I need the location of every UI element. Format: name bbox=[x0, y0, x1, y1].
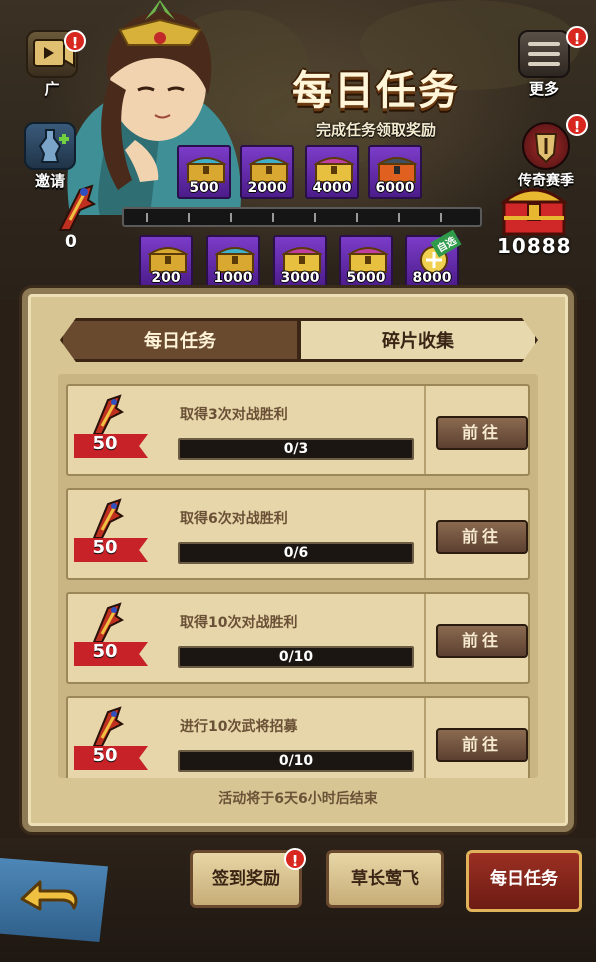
chest-threshold: 4000 bbox=[312, 180, 352, 196]
nav-daily-tasks[interactable]: 每日任务 bbox=[466, 850, 582, 912]
tab-bar: 每日任务 碎片收集 bbox=[60, 318, 538, 362]
task-row: 50 取得10次对战胜利 0/10 前往 bbox=[66, 592, 530, 684]
task-progress-bar: 0/10 bbox=[178, 646, 414, 668]
task-reward: 50 bbox=[68, 490, 160, 578]
chest-threshold: 5000 bbox=[346, 270, 386, 286]
feather-token-icon bbox=[92, 706, 124, 747]
ad-alert-badge: ! bbox=[64, 30, 86, 52]
reward-amount: 50 bbox=[92, 745, 118, 766]
chest-threshold: 2000 bbox=[247, 180, 287, 196]
chest-threshold: 200 bbox=[151, 270, 181, 286]
nav-spring-event[interactable]: 草长莺飞 bbox=[326, 850, 444, 908]
chest-reward-200[interactable]: 200 bbox=[139, 235, 193, 289]
chest-threshold: 8000 bbox=[412, 270, 452, 286]
task-name: 进行10次武将招募 bbox=[180, 719, 298, 735]
reward-amount: 50 bbox=[92, 433, 118, 454]
chest-threshold: 500 bbox=[189, 180, 219, 196]
checkin-alert-badge: ! bbox=[284, 848, 306, 870]
back-arrow-icon bbox=[20, 880, 78, 911]
token-count: 0 bbox=[65, 232, 77, 252]
task-progress-bar: 0/10 bbox=[178, 750, 414, 772]
chest-reward-2000[interactable]: 2000 bbox=[240, 145, 294, 199]
feather-token-icon bbox=[92, 602, 124, 643]
task-progress-bar: 0/6 bbox=[178, 542, 414, 564]
tab-daily-tasks[interactable]: 每日任务 bbox=[60, 318, 300, 362]
reward-amount: 50 bbox=[92, 537, 118, 558]
season-crest-icon bbox=[522, 122, 570, 170]
task-progress-text: 0/10 bbox=[278, 753, 314, 769]
tab-fragment-collection[interactable]: 碎片收集 bbox=[298, 318, 538, 362]
chest-reward-5000[interactable]: 5000 bbox=[339, 235, 393, 289]
chest-threshold: 3000 bbox=[280, 270, 320, 286]
go-button[interactable]: 前往 bbox=[436, 416, 528, 450]
task-name: 取得10次对战胜利 bbox=[180, 615, 298, 631]
chest-reward-3000[interactable]: 3000 bbox=[273, 235, 327, 289]
feather-token-icon bbox=[92, 394, 124, 435]
task-reward: 50 bbox=[68, 698, 160, 778]
task-row: 50 进行10次武将招募 0/10 前往 bbox=[66, 696, 530, 778]
task-list[interactable]: 50 取得3次对战胜利 0/3 前往 50 取得6次对战胜利 0/6 前往 50 bbox=[58, 374, 538, 778]
task-reward: 50 bbox=[68, 594, 160, 682]
task-progress-bar: 0/3 bbox=[178, 438, 414, 460]
go-button[interactable]: 前往 bbox=[436, 728, 528, 762]
feather-token-icon bbox=[58, 184, 97, 231]
chest-threshold: 6000 bbox=[375, 180, 415, 196]
ad-label: 广 bbox=[44, 80, 60, 98]
task-reward: 50 bbox=[68, 386, 160, 474]
grand-chest-count: 10888 bbox=[497, 234, 572, 258]
chest-reward-6000[interactable]: 6000 bbox=[368, 145, 422, 199]
go-button[interactable]: 前往 bbox=[436, 624, 528, 658]
chest-reward-1000[interactable]: 1000 bbox=[206, 235, 260, 289]
grand-chest-icon[interactable] bbox=[500, 182, 568, 238]
task-row: 50 取得3次对战胜利 0/3 前往 bbox=[66, 384, 530, 476]
task-row: 50 取得6次对战胜利 0/6 前往 bbox=[66, 488, 530, 580]
feather-token-icon bbox=[92, 498, 124, 539]
more-alert-badge: ! bbox=[566, 26, 588, 48]
chess-piece-icon bbox=[24, 122, 76, 170]
page-subtitle: 完成任务领取奖励 bbox=[316, 121, 437, 139]
season-alert-badge: ! bbox=[566, 114, 588, 136]
back-button[interactable] bbox=[0, 858, 108, 942]
task-progress-text: 0/10 bbox=[278, 649, 314, 665]
chest-reward-500[interactable]: 500 bbox=[177, 145, 231, 199]
task-progress-text: 0/6 bbox=[283, 545, 309, 561]
more-label: 更多 bbox=[528, 80, 559, 98]
chest-reward-4000[interactable]: 4000 bbox=[305, 145, 359, 199]
task-progress-text: 0/3 bbox=[283, 441, 309, 457]
page-title: 每日任务 bbox=[292, 68, 460, 114]
task-name: 取得6次对战胜利 bbox=[180, 511, 288, 527]
chest-reward-8000[interactable]: 自选 8000 bbox=[405, 229, 462, 289]
reward-amount: 50 bbox=[92, 641, 118, 662]
event-countdown: 活动将于6天6小时后结束 bbox=[218, 791, 378, 807]
activity-progress-bar bbox=[122, 207, 482, 227]
go-button[interactable]: 前往 bbox=[436, 520, 528, 554]
chest-threshold: 1000 bbox=[213, 270, 253, 286]
menu-lines-icon bbox=[518, 30, 570, 78]
task-name: 取得3次对战胜利 bbox=[180, 407, 288, 423]
